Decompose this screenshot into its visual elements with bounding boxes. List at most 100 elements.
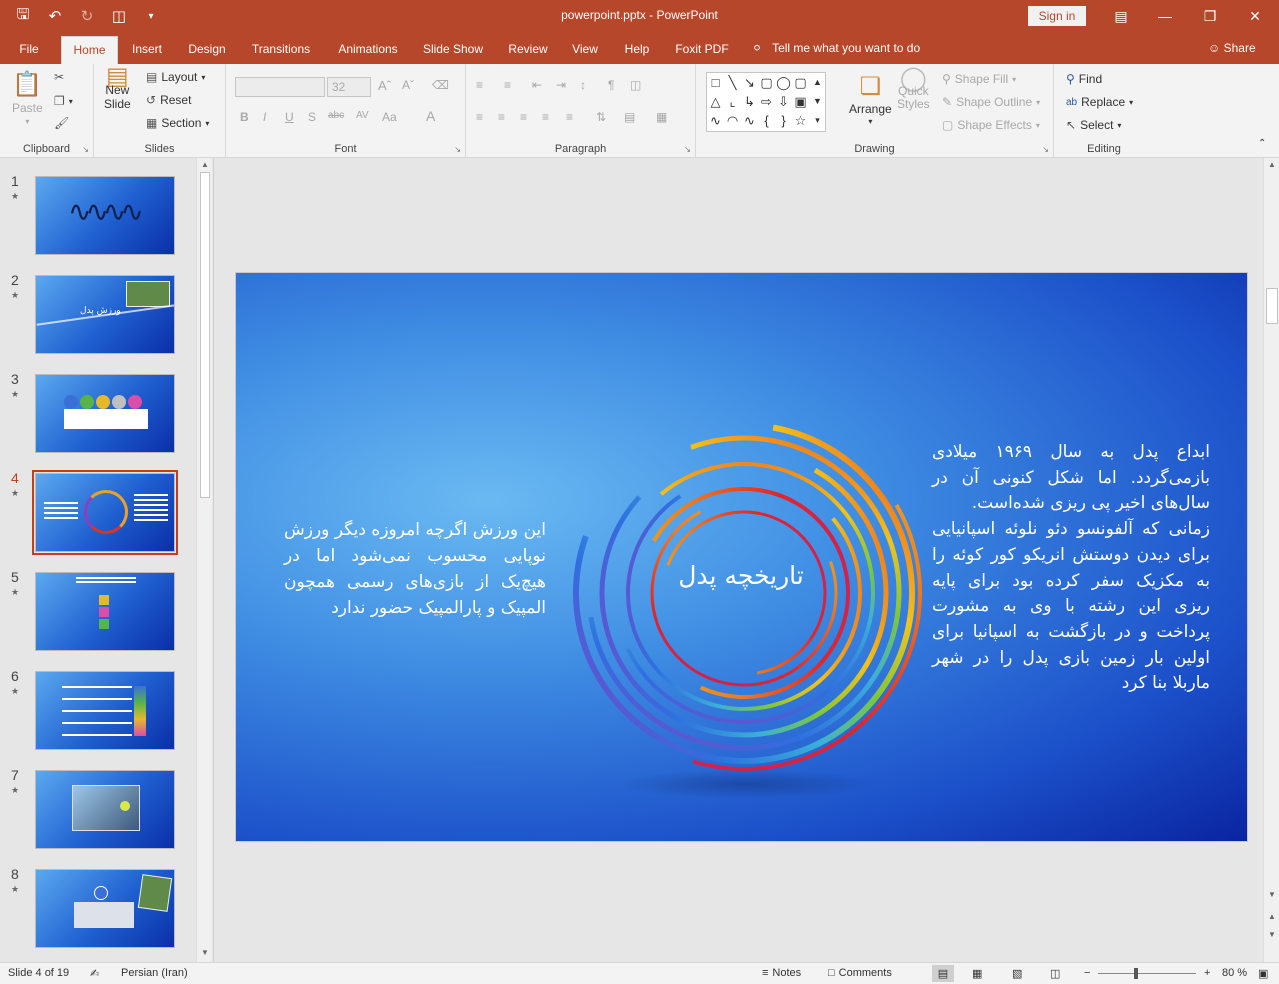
new-slide-button[interactable]: ▤ New Slide xyxy=(104,65,131,111)
tab-foxit-pdf[interactable]: Foxit PDF xyxy=(670,36,734,64)
slide-thumbnail-7[interactable] xyxy=(35,770,175,849)
tab-help[interactable]: Help xyxy=(616,36,658,64)
previous-slide-icon[interactable]: ▲ xyxy=(1264,910,1279,924)
left-text-box[interactable]: این ورزش اگرچه امروزه دیگر ورزش نوپایی م… xyxy=(284,517,546,621)
strikethrough-icon[interactable]: abc xyxy=(328,110,344,121)
arrow-line-icon[interactable]: ↘ xyxy=(741,73,758,92)
paste-button[interactable]: 📋 Paste ▾ xyxy=(12,70,43,126)
thumbnail-row[interactable]: 8 ★ xyxy=(0,858,196,948)
slide-thumbnail-5[interactable] xyxy=(35,572,175,651)
decrease-font-icon[interactable]: Aˇ xyxy=(402,78,414,92)
find-button[interactable]: ⚲ Find xyxy=(1066,72,1102,86)
slide-canvas[interactable]: تاریخچه پدل این ورزش اگرچه امروزه دیگر و… xyxy=(235,272,1248,842)
restore-button[interactable]: ❐ xyxy=(1187,0,1233,32)
thumbnail-row-active[interactable]: 4 ★ xyxy=(0,462,196,555)
scroll-down-icon[interactable]: ▼ xyxy=(197,946,213,960)
align-text-icon[interactable]: ▤ xyxy=(624,110,635,124)
copy-button[interactable]: ❐ ▾ xyxy=(54,94,73,108)
distributed-icon[interactable]: ≡ xyxy=(566,110,573,124)
bold-icon[interactable]: B xyxy=(240,110,249,124)
tell-me-search[interactable]: ⚪ Tell me what you want to do xyxy=(752,41,920,55)
clear-formatting-icon[interactable]: ⌫ xyxy=(432,78,449,92)
triangle-icon[interactable]: △ xyxy=(707,92,724,111)
scrollbar-thumb[interactable] xyxy=(1266,288,1278,324)
scrollbar-thumb[interactable] xyxy=(200,172,210,498)
zoom-slider-track[interactable] xyxy=(1098,973,1196,974)
textbox-icon[interactable]: □ xyxy=(707,73,724,92)
align-center-icon[interactable]: ≡ xyxy=(498,110,505,124)
line-spacing-icon[interactable]: ↕ xyxy=(580,78,586,92)
spelling-icon[interactable]: ✍ xyxy=(90,967,99,980)
notes-button[interactable]: ≡ Notes xyxy=(762,967,801,979)
scroll-up-icon[interactable]: ▲ xyxy=(197,158,213,172)
rtl-icon[interactable]: ¶ xyxy=(608,78,614,92)
bullets-icon[interactable]: ≡ xyxy=(476,78,483,92)
scroll-down-icon[interactable]: ▼ xyxy=(1264,888,1279,902)
thumbnail-scrollbar[interactable]: ▲ ▼ xyxy=(196,158,212,962)
minimize-button[interactable]: — xyxy=(1142,0,1188,32)
character-spacing-icon[interactable]: AV xyxy=(356,110,369,121)
gallery-up-icon[interactable]: ▲ xyxy=(809,73,826,92)
thumbnail-row[interactable]: 2 ★ ورزش پدل xyxy=(0,264,196,354)
shape-outline-button[interactable]: ✎ Shape Outline ▾ xyxy=(942,95,1040,109)
elbow-connector-icon[interactable]: ⌞ xyxy=(724,92,741,111)
zoom-in-icon[interactable]: + xyxy=(1204,967,1210,979)
italic-icon[interactable]: I xyxy=(263,110,266,124)
dialog-launcher-icon[interactable]: ↘ xyxy=(454,145,461,154)
quick-styles-button[interactable]: ◯ Quick Styles xyxy=(897,67,930,111)
shape-effects-button[interactable]: ▢ Shape Effects ▾ xyxy=(942,118,1040,132)
slide-thumbnail-1[interactable]: ∿∿∿∿ xyxy=(35,176,175,255)
change-case-icon[interactable]: Aa xyxy=(382,110,397,124)
shapes-gallery[interactable]: □ ╲ ↘ ▢ ◯ ▢ ▲ △ ⌞ ↳ ⇨ ⇩ ▣ ▼ ∿ ◠ ∿ { } ☆ … xyxy=(706,72,826,132)
oval-icon[interactable]: ◯ xyxy=(775,73,792,92)
format-painter-button[interactable]: 🖌 xyxy=(54,116,69,130)
slideshow-icon[interactable]: ◫ xyxy=(1050,967,1060,980)
slide-sorter-icon[interactable]: ▦ xyxy=(972,967,982,980)
numbering-icon[interactable]: ≡ xyxy=(504,78,511,92)
arrange-button[interactable]: ❏ Arrange ▾ xyxy=(849,72,892,126)
font-name-box[interactable] xyxy=(235,77,325,97)
rectangle-icon[interactable]: ▢ xyxy=(758,73,775,92)
zoom-slider-thumb[interactable] xyxy=(1134,968,1138,979)
decrease-indent-icon[interactable]: ⇤ xyxy=(532,78,542,92)
tab-slide-show[interactable]: Slide Show xyxy=(418,36,488,64)
layout-button[interactable]: ▤ Layout ▾ xyxy=(146,70,205,84)
down-arrow-icon[interactable]: ⇩ xyxy=(775,92,792,111)
left-brace-icon[interactable]: { xyxy=(758,111,775,130)
tab-design[interactable]: Design xyxy=(182,36,232,64)
scroll-up-icon[interactable]: ▲ xyxy=(1264,158,1279,172)
thumbnail-row[interactable]: 6 ★ xyxy=(0,660,196,750)
ribbon-display-options-icon[interactable]: ▤ xyxy=(1098,0,1144,32)
slide-title[interactable]: تاریخچه پدل xyxy=(616,561,866,590)
thumbnail-row[interactable]: 1 ★ ∿∿∿∿ xyxy=(0,165,196,255)
reading-view-icon[interactable]: ▧ xyxy=(1012,967,1022,980)
shadow-icon[interactable]: S xyxy=(308,110,316,124)
section-button[interactable]: ▦ Section ▾ xyxy=(146,116,209,130)
line-icon[interactable]: ╲ xyxy=(724,73,741,92)
language-indicator[interactable]: Persian (Iran) xyxy=(121,967,188,979)
dialog-launcher-icon[interactable]: ↘ xyxy=(82,145,89,154)
tab-transitions[interactable]: Transitions xyxy=(244,36,318,64)
rounded-rectangle-icon[interactable]: ▢ xyxy=(792,73,809,92)
collapse-ribbon-icon[interactable]: ⌃ xyxy=(1258,138,1266,149)
tab-review[interactable]: Review xyxy=(502,36,554,64)
sign-in-button[interactable]: Sign in xyxy=(1028,6,1086,26)
justify-icon[interactable]: ≡ xyxy=(542,110,549,124)
slide-thumbnail-2[interactable]: ورزش پدل xyxy=(35,275,175,354)
reset-button[interactable]: ↺ Reset xyxy=(146,93,191,107)
star-icon[interactable]: ☆ xyxy=(792,111,809,130)
slide-indicator[interactable]: Slide 4 of 19 xyxy=(8,967,69,979)
right-arrow-icon[interactable]: ⇨ xyxy=(758,92,775,111)
tab-view[interactable]: View xyxy=(566,36,604,64)
tab-home[interactable]: Home xyxy=(61,36,118,64)
thumbnail-row[interactable]: 7 ★ xyxy=(0,759,196,849)
smartart-icon[interactable]: ▦ xyxy=(656,110,667,124)
comments-button[interactable]: □ Comments xyxy=(828,967,892,979)
share-button[interactable]: ☺ Share xyxy=(1208,41,1256,55)
slide-thumbnail-3[interactable] xyxy=(35,374,175,453)
thumbnail-row[interactable]: 5 ★ xyxy=(0,561,196,651)
font-color-icon[interactable]: A xyxy=(426,108,435,124)
increase-indent-icon[interactable]: ⇥ xyxy=(556,78,566,92)
zoom-out-icon[interactable]: − xyxy=(1084,967,1090,979)
arc-icon[interactable]: ◠ xyxy=(724,111,741,130)
